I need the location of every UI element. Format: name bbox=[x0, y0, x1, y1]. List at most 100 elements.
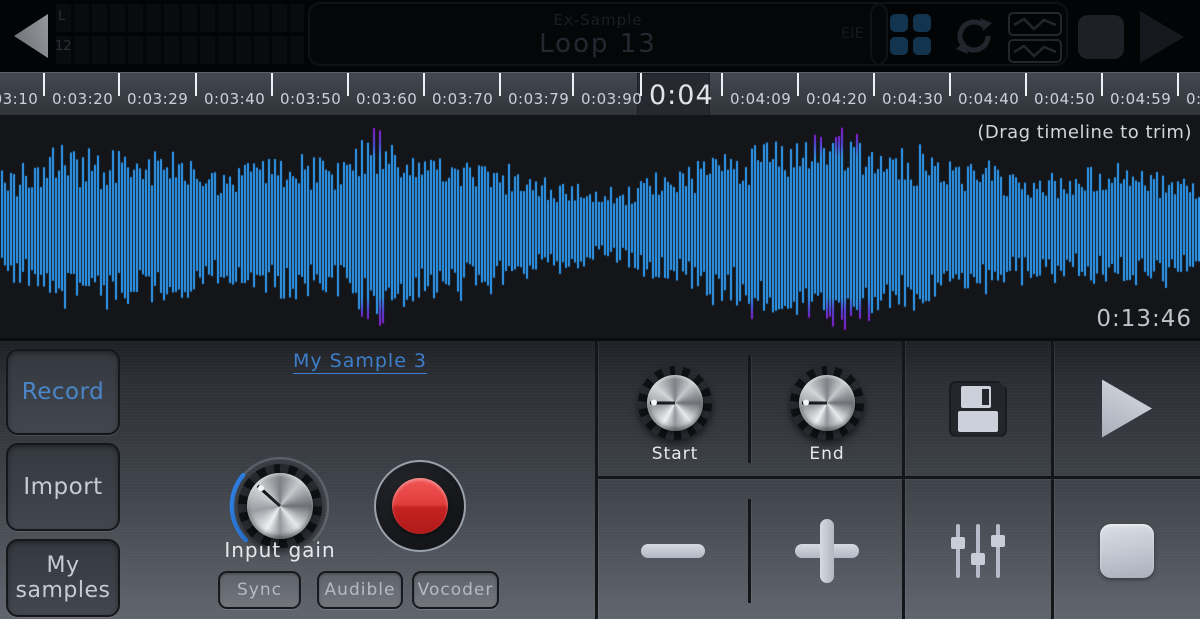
minus-icon bbox=[641, 544, 705, 558]
timeline-tick bbox=[271, 73, 273, 96]
loop-grid-thumbnail[interactable] bbox=[56, 4, 304, 66]
timeline-tick-label: 0:04:09 bbox=[730, 90, 791, 108]
timeline-tick-label: 0:04:70 bbox=[1186, 90, 1200, 108]
grid-row-label: 12 bbox=[55, 39, 72, 54]
record-dot-icon bbox=[392, 478, 448, 534]
control-panel: Record Import My samples My Sample 3 Inp… bbox=[0, 338, 1200, 619]
back-arrow-icon bbox=[14, 14, 48, 58]
trim-end-knob[interactable] bbox=[790, 366, 864, 440]
sidebar-item-record[interactable]: Record bbox=[6, 349, 120, 435]
timeline-tick-label: 0:03:20 bbox=[52, 90, 113, 108]
waveform-row-icon bbox=[1008, 12, 1062, 36]
save-button[interactable] bbox=[905, 341, 1051, 476]
floppy-disk-icon bbox=[949, 381, 1007, 437]
input-gain-knob[interactable] bbox=[238, 464, 322, 548]
waveform-toggle-icon[interactable] bbox=[1008, 12, 1062, 66]
sliders-icon bbox=[946, 523, 1010, 579]
sync-toggle[interactable]: Sync bbox=[218, 571, 301, 609]
sample-duration: 0:13:46 bbox=[1096, 306, 1192, 332]
timeline-tick bbox=[195, 73, 197, 96]
timeline-tick bbox=[499, 73, 501, 96]
timeline-tick-label: 0:03:90 bbox=[581, 90, 642, 108]
timeline-tick bbox=[118, 73, 120, 96]
timeline-tick bbox=[1177, 73, 1179, 96]
timeline-tick-label: 0:04:40 bbox=[958, 90, 1019, 108]
sample-name-text: My Sample 3 bbox=[293, 350, 427, 374]
timeline-tick bbox=[572, 73, 574, 96]
zoom-in-button[interactable] bbox=[751, 479, 902, 619]
waveform-row-icon bbox=[1008, 39, 1062, 63]
timeline-tick bbox=[949, 73, 951, 96]
sample-name-link[interactable]: My Sample 3 bbox=[240, 350, 480, 372]
trim-end-knob-face bbox=[799, 375, 855, 431]
timeline-tick-label: 0:04:59 bbox=[1110, 90, 1171, 108]
plus-icon bbox=[795, 519, 859, 583]
input-gain-label: Input gain bbox=[200, 538, 360, 562]
input-gain-knob-face bbox=[247, 473, 313, 539]
record-button[interactable] bbox=[374, 460, 466, 552]
slider-handle bbox=[991, 535, 1005, 547]
transport-stop-button[interactable] bbox=[1078, 15, 1124, 59]
timeline-tick-label: 0:03:79 bbox=[508, 90, 569, 108]
loop-grid-row bbox=[56, 4, 304, 32]
vocoder-toggle[interactable]: Vocoder bbox=[412, 571, 499, 609]
mixer-button[interactable] bbox=[905, 479, 1051, 619]
input-gain-needle bbox=[257, 485, 281, 507]
timeline-tick-label: 0:03:40 bbox=[204, 90, 265, 108]
track-subtitle: Ex-Sample bbox=[310, 11, 886, 29]
play-sample-button[interactable] bbox=[1054, 341, 1200, 476]
timeline-tick-label: 0:03:29 bbox=[127, 90, 188, 108]
floppy-label bbox=[958, 411, 998, 432]
play-icon bbox=[1102, 380, 1152, 438]
stop-icon bbox=[1100, 524, 1154, 578]
timeline-tick bbox=[1101, 73, 1103, 96]
zoom-out-button[interactable] bbox=[598, 479, 748, 619]
track-title-box[interactable]: Ex-Sample Loop 13 ElE bbox=[308, 2, 888, 66]
loop-refresh-icon[interactable] bbox=[952, 14, 996, 62]
timeline-tick-label: 0:03:70 bbox=[432, 90, 493, 108]
transport-play-button[interactable] bbox=[1140, 11, 1184, 63]
trim-start-label: Start bbox=[625, 444, 725, 464]
slider-line bbox=[956, 524, 960, 578]
pad-grid-icon[interactable] bbox=[890, 14, 934, 58]
timeline-tick-label: 0:04:30 bbox=[882, 90, 943, 108]
plus-vbar bbox=[820, 519, 834, 583]
stop-sample-button[interactable] bbox=[1054, 479, 1200, 619]
pad-cell bbox=[890, 14, 908, 32]
trim-start-needle bbox=[650, 402, 675, 405]
pad-cell bbox=[890, 37, 908, 55]
timeline-tick bbox=[347, 73, 349, 96]
pad-cell bbox=[913, 37, 931, 55]
trim-end-label: End bbox=[777, 444, 877, 464]
timeline-current-label: 0:04 bbox=[649, 80, 714, 111]
loop-grid-row bbox=[56, 36, 304, 64]
timeline-tick bbox=[1025, 73, 1027, 96]
sidebar-item-my-samples[interactable]: My samples bbox=[6, 539, 120, 617]
timeline-current-tick bbox=[640, 73, 642, 96]
timeline-tick bbox=[721, 73, 723, 96]
audible-toggle[interactable]: Audible bbox=[317, 571, 403, 609]
transport-icon-group bbox=[870, 2, 1068, 66]
timeline-tick bbox=[423, 73, 425, 96]
back-button[interactable] bbox=[12, 13, 50, 59]
slider-line bbox=[996, 524, 1000, 578]
timeline-tick bbox=[43, 73, 45, 96]
timeline-tick-label: 0:04:50 bbox=[1034, 90, 1095, 108]
title-corner-label: ElE bbox=[841, 24, 864, 42]
floppy-notch bbox=[982, 389, 989, 405]
trim-hint-text: (Drag timeline to trim) bbox=[977, 122, 1192, 143]
waveform-display: (Drag timeline to trim) 0:13:46 bbox=[0, 115, 1200, 338]
timeline-tick-label: 0:03:10 bbox=[0, 90, 38, 108]
start-end-divider bbox=[748, 355, 751, 463]
trim-start-knob-face bbox=[647, 375, 703, 431]
slider-handle bbox=[951, 537, 965, 549]
slider-handle bbox=[971, 553, 985, 565]
sidebar-item-import[interactable]: Import bbox=[6, 443, 120, 531]
track-title: Loop 13 bbox=[310, 29, 886, 59]
timeline-tick bbox=[797, 73, 799, 96]
trim-start-knob[interactable] bbox=[638, 366, 712, 440]
timeline-tick bbox=[873, 73, 875, 96]
timeline-ruler[interactable]: 0:03:100:03:200:03:290:03:400:03:500:03:… bbox=[0, 72, 1200, 115]
trim-end-needle bbox=[802, 402, 827, 405]
grid-row-label: L bbox=[58, 9, 65, 24]
